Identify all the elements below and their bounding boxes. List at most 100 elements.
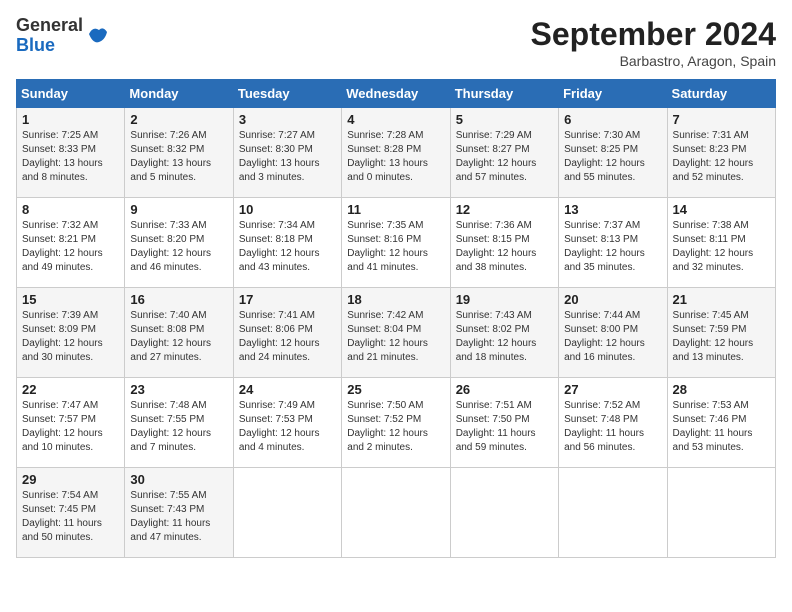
sunset-label: Sunset: 8:02 PM [456,324,530,335]
calendar-cell: 11 Sunrise: 7:35 AM Sunset: 8:16 PM Dayl… [342,198,450,288]
day-info: Sunrise: 7:28 AM Sunset: 8:28 PM Dayligh… [347,129,444,185]
day-info: Sunrise: 7:47 AM Sunset: 7:57 PM Dayligh… [22,399,119,455]
daylight-label: Daylight: 12 hours and 57 minutes. [456,158,537,183]
day-info: Sunrise: 7:40 AM Sunset: 8:08 PM Dayligh… [130,309,227,365]
sunset-label: Sunset: 8:08 PM [130,324,204,335]
title-block: September 2024 Barbastro, Aragon, Spain [531,16,776,69]
daylight-label: Daylight: 11 hours and 47 minutes. [130,518,210,543]
calendar-cell: 2 Sunrise: 7:26 AM Sunset: 8:32 PM Dayli… [125,108,233,198]
calendar-cell: 21 Sunrise: 7:45 AM Sunset: 7:59 PM Dayl… [667,288,775,378]
daylight-label: Daylight: 12 hours and 2 minutes. [347,428,428,453]
sunset-label: Sunset: 8:25 PM [564,144,638,155]
day-number: 16 [130,292,227,307]
sunset-label: Sunset: 8:04 PM [347,324,421,335]
sunset-label: Sunset: 7:43 PM [130,504,204,515]
day-number: 7 [673,112,770,127]
weekday-header-sunday: Sunday [17,80,125,108]
sunrise-label: Sunrise: 7:50 AM [347,400,423,411]
sunrise-label: Sunrise: 7:52 AM [564,400,640,411]
day-number: 10 [239,202,336,217]
calendar-cell [233,468,341,558]
sunset-label: Sunset: 8:18 PM [239,234,313,245]
day-number: 5 [456,112,553,127]
location: Barbastro, Aragon, Spain [531,53,776,69]
calendar-week-5: 29 Sunrise: 7:54 AM Sunset: 7:45 PM Dayl… [17,468,776,558]
logo-line2: Blue [16,36,83,56]
sunrise-label: Sunrise: 7:34 AM [239,220,315,231]
daylight-label: Daylight: 12 hours and 18 minutes. [456,338,537,363]
daylight-label: Daylight: 12 hours and 30 minutes. [22,338,103,363]
day-info: Sunrise: 7:30 AM Sunset: 8:25 PM Dayligh… [564,129,661,185]
sunset-label: Sunset: 7:46 PM [673,414,747,425]
calendar-cell: 15 Sunrise: 7:39 AM Sunset: 8:09 PM Dayl… [17,288,125,378]
daylight-label: Daylight: 12 hours and 35 minutes. [564,248,645,273]
sunset-label: Sunset: 8:28 PM [347,144,421,155]
day-number: 29 [22,472,119,487]
calendar-cell: 3 Sunrise: 7:27 AM Sunset: 8:30 PM Dayli… [233,108,341,198]
sunrise-label: Sunrise: 7:55 AM [130,490,206,501]
day-number: 22 [22,382,119,397]
daylight-label: Daylight: 12 hours and 27 minutes. [130,338,211,363]
sunrise-label: Sunrise: 7:31 AM [673,130,749,141]
day-info: Sunrise: 7:29 AM Sunset: 8:27 PM Dayligh… [456,129,553,185]
daylight-label: Daylight: 13 hours and 5 minutes. [130,158,211,183]
day-info: Sunrise: 7:44 AM Sunset: 8:00 PM Dayligh… [564,309,661,365]
weekday-header-saturday: Saturday [667,80,775,108]
sunrise-label: Sunrise: 7:27 AM [239,130,315,141]
sunrise-label: Sunrise: 7:28 AM [347,130,423,141]
sunset-label: Sunset: 8:27 PM [456,144,530,155]
day-number: 9 [130,202,227,217]
calendar-cell: 10 Sunrise: 7:34 AM Sunset: 8:18 PM Dayl… [233,198,341,288]
sunset-label: Sunset: 7:45 PM [22,504,96,515]
calendar-cell: 16 Sunrise: 7:40 AM Sunset: 8:08 PM Dayl… [125,288,233,378]
calendar-week-3: 15 Sunrise: 7:39 AM Sunset: 8:09 PM Dayl… [17,288,776,378]
calendar-cell: 12 Sunrise: 7:36 AM Sunset: 8:15 PM Dayl… [450,198,558,288]
weekday-header-monday: Monday [125,80,233,108]
daylight-label: Daylight: 12 hours and 13 minutes. [673,338,754,363]
daylight-label: Daylight: 11 hours and 53 minutes. [673,428,753,453]
sunrise-label: Sunrise: 7:26 AM [130,130,206,141]
sunrise-label: Sunrise: 7:29 AM [456,130,532,141]
day-number: 4 [347,112,444,127]
day-number: 20 [564,292,661,307]
page-header: General Blue September 2024 Barbastro, A… [16,16,776,69]
weekday-header-tuesday: Tuesday [233,80,341,108]
sunrise-label: Sunrise: 7:51 AM [456,400,532,411]
calendar-cell: 26 Sunrise: 7:51 AM Sunset: 7:50 PM Dayl… [450,378,558,468]
sunrise-label: Sunrise: 7:47 AM [22,400,98,411]
day-info: Sunrise: 7:26 AM Sunset: 8:32 PM Dayligh… [130,129,227,185]
day-info: Sunrise: 7:45 AM Sunset: 7:59 PM Dayligh… [673,309,770,365]
daylight-label: Daylight: 12 hours and 41 minutes. [347,248,428,273]
sunrise-label: Sunrise: 7:39 AM [22,310,98,321]
calendar-cell: 28 Sunrise: 7:53 AM Sunset: 7:46 PM Dayl… [667,378,775,468]
calendar-cell: 29 Sunrise: 7:54 AM Sunset: 7:45 PM Dayl… [17,468,125,558]
sunrise-label: Sunrise: 7:35 AM [347,220,423,231]
sunrise-label: Sunrise: 7:45 AM [673,310,749,321]
logo: General Blue [16,16,109,56]
day-info: Sunrise: 7:32 AM Sunset: 8:21 PM Dayligh… [22,219,119,275]
daylight-label: Daylight: 12 hours and 55 minutes. [564,158,645,183]
sunset-label: Sunset: 8:33 PM [22,144,96,155]
day-info: Sunrise: 7:50 AM Sunset: 7:52 PM Dayligh… [347,399,444,455]
day-number: 8 [22,202,119,217]
daylight-label: Daylight: 13 hours and 8 minutes. [22,158,103,183]
calendar-cell: 8 Sunrise: 7:32 AM Sunset: 8:21 PM Dayli… [17,198,125,288]
sunrise-label: Sunrise: 7:43 AM [456,310,532,321]
sunset-label: Sunset: 7:50 PM [456,414,530,425]
day-number: 26 [456,382,553,397]
daylight-label: Daylight: 12 hours and 21 minutes. [347,338,428,363]
sunset-label: Sunset: 8:32 PM [130,144,204,155]
logo-text: General Blue [16,16,83,56]
daylight-label: Daylight: 12 hours and 52 minutes. [673,158,754,183]
sunset-label: Sunset: 8:13 PM [564,234,638,245]
day-info: Sunrise: 7:49 AM Sunset: 7:53 PM Dayligh… [239,399,336,455]
daylight-label: Daylight: 13 hours and 3 minutes. [239,158,320,183]
sunset-label: Sunset: 8:11 PM [673,234,746,245]
calendar-cell [559,468,667,558]
day-info: Sunrise: 7:36 AM Sunset: 8:15 PM Dayligh… [456,219,553,275]
daylight-label: Daylight: 12 hours and 4 minutes. [239,428,320,453]
sunrise-label: Sunrise: 7:37 AM [564,220,640,231]
sunrise-label: Sunrise: 7:41 AM [239,310,315,321]
sunset-label: Sunset: 8:16 PM [347,234,421,245]
sunset-label: Sunset: 8:30 PM [239,144,313,155]
